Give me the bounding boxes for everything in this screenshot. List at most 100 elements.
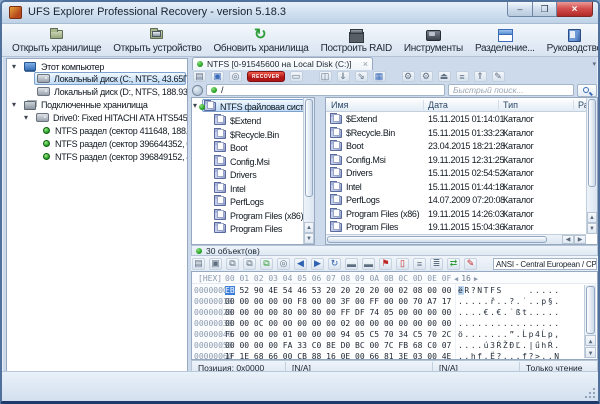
- file-row[interactable]: $Extend15.11.2015 01:14:01Каталог: [326, 113, 585, 127]
- save-selection-button[interactable]: ▤: [192, 258, 205, 270]
- hex-row[interactable]: 0000002000 00 00 00 80 00 80 00 FF DF 74…: [192, 307, 583, 318]
- scroll-left-icon[interactable]: ◀: [562, 235, 574, 244]
- resize-grip[interactable]: [585, 388, 595, 398]
- scroll-right-icon[interactable]: ▶: [574, 235, 586, 244]
- file-row[interactable]: Program Files (x86)19.11.2015 14:26:03Ка…: [326, 208, 585, 222]
- folder-icon: [330, 156, 342, 165]
- show-structure-button[interactable]: ▣: [211, 71, 224, 82]
- properties-button[interactable]: ≡: [456, 71, 469, 82]
- open-storage-button[interactable]: Открыть хранилище: [6, 26, 107, 55]
- file-row[interactable]: PerfLogs14.07.2009 07:20:08Каталог: [326, 194, 585, 208]
- manual-button[interactable]: Руководство: [541, 26, 600, 55]
- goto-offset-button[interactable]: ↻: [328, 258, 341, 270]
- title-bar[interactable]: UFS Explorer Professional Recovery - ver…: [2, 2, 598, 24]
- sync-button[interactable]: ⇄: [447, 258, 460, 270]
- browser-toolbar: ▤ ▣ ◎ RECOVER ▭ ◫ ⇓ ⇘ ▦ ⚙ ⚙ ⏏ ≡ ⇑ ✎: [191, 70, 598, 83]
- hex-vertical-scrollbar[interactable]: ▲ ▼: [584, 285, 596, 358]
- encoding-select[interactable]: ANSI - Central European / CP-1250: [493, 258, 597, 270]
- file-row[interactable]: Boot23.04.2015 18:21:28Каталог: [326, 140, 585, 154]
- upload-button[interactable]: ⇑: [474, 71, 487, 82]
- partition-button[interactable]: Разделение...: [469, 26, 541, 55]
- open-device-button[interactable]: Открыть устройство: [107, 26, 207, 55]
- folder-icon: [330, 169, 342, 178]
- file-row[interactable]: Drivers15.11.2015 02:54:52Каталог: [326, 167, 585, 181]
- column-header-date[interactable]: Дата: [428, 100, 448, 110]
- increase-width-icon[interactable]: ▶: [474, 275, 478, 283]
- set-flag-button[interactable]: ⚑: [379, 258, 392, 270]
- recover-button[interactable]: RECOVER: [247, 71, 285, 82]
- tab-overflow-icon[interactable]: ▾: [592, 60, 596, 68]
- view-panels-button[interactable]: ▦: [373, 71, 386, 82]
- expand-arrow-icon[interactable]: ▾: [193, 101, 197, 110]
- save-disk-button[interactable]: ⇓: [337, 71, 350, 82]
- hex-row[interactable]: 00000000 EB 52 90 4E 54 46 53 20 20 20 2…: [192, 285, 583, 296]
- hex-row[interactable]: 0000005000 00 00 00 FA 33 C0 8E D0 BC 00…: [192, 340, 583, 351]
- status-icon: [196, 248, 202, 254]
- address-field[interactable]: /: [206, 84, 445, 96]
- file-row[interactable]: Config.Msi19.11.2015 12:31:25Каталог: [326, 154, 585, 168]
- file-row[interactable]: $Recycle.Bin15.11.2015 01:33:23Каталог: [326, 127, 585, 141]
- minimize-button[interactable]: –: [507, 2, 533, 17]
- maximize-button[interactable]: ❐: [533, 2, 557, 17]
- scroll-down-icon[interactable]: ▼: [304, 233, 314, 244]
- scrollbar-thumb[interactable]: [305, 99, 313, 197]
- expand-arrow-icon[interactable]: ▾: [12, 62, 16, 71]
- scrollbar-thumb[interactable]: [327, 236, 547, 243]
- file-row[interactable]: Intel15.11.2015 01:44:18Каталог: [326, 181, 585, 195]
- tools-button[interactable]: Инструменты: [398, 26, 469, 55]
- bookmark-button[interactable]: ▯: [396, 258, 409, 270]
- tab-ntfs-partition[interactable]: NTFS [0-91545600 на Local Disk (C:)] ×: [192, 57, 373, 70]
- scrollbar-thumb[interactable]: [586, 286, 595, 334]
- rows-view-button[interactable]: ▬: [362, 258, 375, 270]
- scroll-up-icon[interactable]: ▲: [304, 222, 314, 233]
- go-forward-button[interactable]: ▶: [311, 258, 324, 270]
- export-disk-button[interactable]: ⇘: [355, 71, 368, 82]
- search-button[interactable]: [577, 84, 597, 97]
- scroll-up-icon[interactable]: ▲: [587, 212, 597, 223]
- hex-viewer: [HEX] 00 01 02 03 04 05 06 07 08 09 0A 0…: [191, 271, 598, 360]
- close-button[interactable]: ×: [557, 2, 593, 17]
- hex-mode-label: [HEX]: [198, 274, 222, 283]
- folder-icon: [330, 142, 342, 151]
- go-back-button[interactable]: ◀: [294, 258, 307, 270]
- scrollbar-thumb[interactable]: [588, 99, 596, 187]
- copy-hex-button[interactable]: ⧉: [243, 258, 256, 270]
- find-button[interactable]: ◎: [229, 71, 242, 82]
- quick-search-input[interactable]: [448, 84, 574, 96]
- scan-button[interactable]: ⚙: [402, 71, 415, 82]
- scroll-down-icon[interactable]: ▼: [585, 347, 596, 358]
- find-hex-button[interactable]: ◎: [277, 258, 290, 270]
- list-vertical-scrollbar[interactable]: ▲ ▼: [586, 98, 597, 234]
- structure-button[interactable]: ≡: [413, 258, 426, 270]
- disk-image-button[interactable]: ◫: [319, 71, 332, 82]
- recover-gear-button[interactable]: ⚙: [420, 71, 433, 82]
- expand-arrow-icon[interactable]: ▾: [24, 113, 28, 122]
- scroll-down-icon[interactable]: ▼: [587, 223, 597, 234]
- column-header-name[interactable]: Имя: [331, 100, 349, 110]
- structure-alt-button[interactable]: ≣: [430, 258, 443, 270]
- column-header-type[interactable]: Тип: [503, 100, 518, 110]
- hex-row[interactable]: 00000040F6 00 00 00 01 00 00 00 94 05 C5…: [192, 329, 583, 340]
- scroll-up-icon[interactable]: ▲: [585, 335, 596, 346]
- hex-row[interactable]: 0000003000 00 0C 00 00 00 00 00 02 00 00…: [192, 318, 583, 329]
- build-raid-button[interactable]: Построить RAID: [315, 26, 398, 55]
- copy-text-button[interactable]: ⧉: [260, 258, 273, 270]
- open-folder-button[interactable]: ▭: [290, 71, 303, 82]
- decrease-width-icon[interactable]: ◀: [454, 275, 458, 283]
- copy-button[interactable]: ⧉: [226, 258, 239, 270]
- hex-row[interactable]: 0000001000 00 00 00 00 F8 00 00 3F 00 FF…: [192, 296, 583, 307]
- selected-byte[interactable]: EB: [225, 286, 235, 295]
- file-row[interactable]: Program Files19.11.2015 15:04:36Каталог: [326, 221, 585, 235]
- columns-view-button[interactable]: ▬: [345, 258, 358, 270]
- cleanup-button[interactable]: ✎: [492, 71, 505, 82]
- edit-mode-button[interactable]: ✎: [464, 258, 477, 270]
- window-title: UFS Explorer Professional Recovery - ver…: [28, 6, 286, 18]
- list-horizontal-scrollbar[interactable]: ◀ ▶: [326, 234, 586, 244]
- tree-vertical-scrollbar[interactable]: ▲ ▼: [303, 98, 314, 244]
- refresh-storages-button[interactable]: Обновить хранилища: [207, 26, 314, 55]
- save-button[interactable]: ▤: [193, 71, 206, 82]
- mount-button[interactable]: ⏏: [438, 71, 451, 82]
- tab-close-icon[interactable]: ×: [363, 59, 368, 69]
- expand-arrow-icon[interactable]: ▾: [12, 100, 16, 109]
- select-block-button[interactable]: ▣: [209, 258, 222, 270]
